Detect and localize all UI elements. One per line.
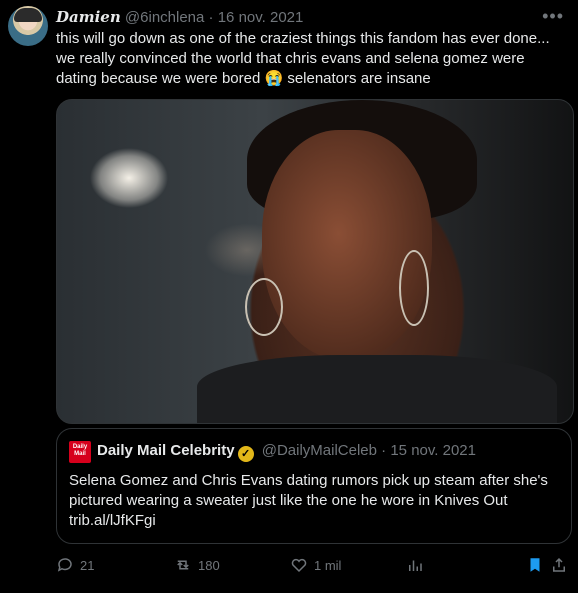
image-face [262, 130, 432, 360]
bookmark-icon [530, 558, 540, 572]
quoted-tweet-text: Selena Gomez and Chris Evans dating rumo… [69, 472, 548, 529]
quoted-tweet[interactable]: Daily Mail Daily Mail Celebrity ✓ @DailyM… [56, 428, 572, 544]
quoted-date[interactable]: 15 nov. 2021 [390, 442, 476, 459]
tweet-media-image[interactable] [56, 99, 574, 424]
action-bar: 21 180 1 mil [56, 556, 572, 578]
header-separator: · [208, 9, 214, 26]
reply-count: 21 [80, 557, 95, 573]
tweet-date[interactable]: 16 nov. 2021 [218, 9, 304, 26]
quoted-author-name[interactable]: Daily Mail Celebrity [97, 442, 235, 459]
retweet-count: 180 [198, 557, 220, 573]
share-button[interactable] [550, 556, 568, 574]
bookmark-button[interactable] [526, 556, 544, 574]
quoted-author-handle[interactable]: @DailyMailCeleb [262, 442, 377, 459]
retweet-icon [177, 560, 189, 570]
author-handle[interactable]: @6inchlena [125, 9, 204, 26]
quoted-separator: · [381, 442, 387, 459]
more-icon[interactable]: ••• [542, 6, 564, 27]
like-count: 1 mil [314, 557, 342, 573]
reply-button[interactable]: 21 [56, 556, 94, 574]
reply-icon [57, 558, 72, 572]
share-icon [553, 557, 565, 572]
views-icon [409, 560, 422, 571]
tweet-header: Damien @6inchlena · 16 nov. 2021 [56, 8, 303, 27]
retweet-button[interactable]: 180 [174, 556, 220, 574]
views-button[interactable] [406, 556, 424, 574]
tweet-text: this will go down as one of the craziest… [56, 30, 550, 87]
like-icon [291, 558, 307, 573]
author-avatar[interactable] [8, 6, 48, 46]
author-name[interactable]: Damien [56, 8, 121, 26]
like-button[interactable]: 1 mil [290, 556, 341, 574]
verified-badge-icon: ✓ [237, 446, 254, 462]
quoted-tweet-header: Daily Mail Celebrity ✓ @DailyMailCeleb · … [97, 441, 476, 462]
logo-text: Daily Mail [72, 444, 88, 457]
daily-mail-logo: Daily Mail [69, 441, 91, 463]
image-earring-right [399, 250, 429, 326]
image-jacket [197, 355, 557, 423]
image-earring-left [245, 278, 283, 336]
